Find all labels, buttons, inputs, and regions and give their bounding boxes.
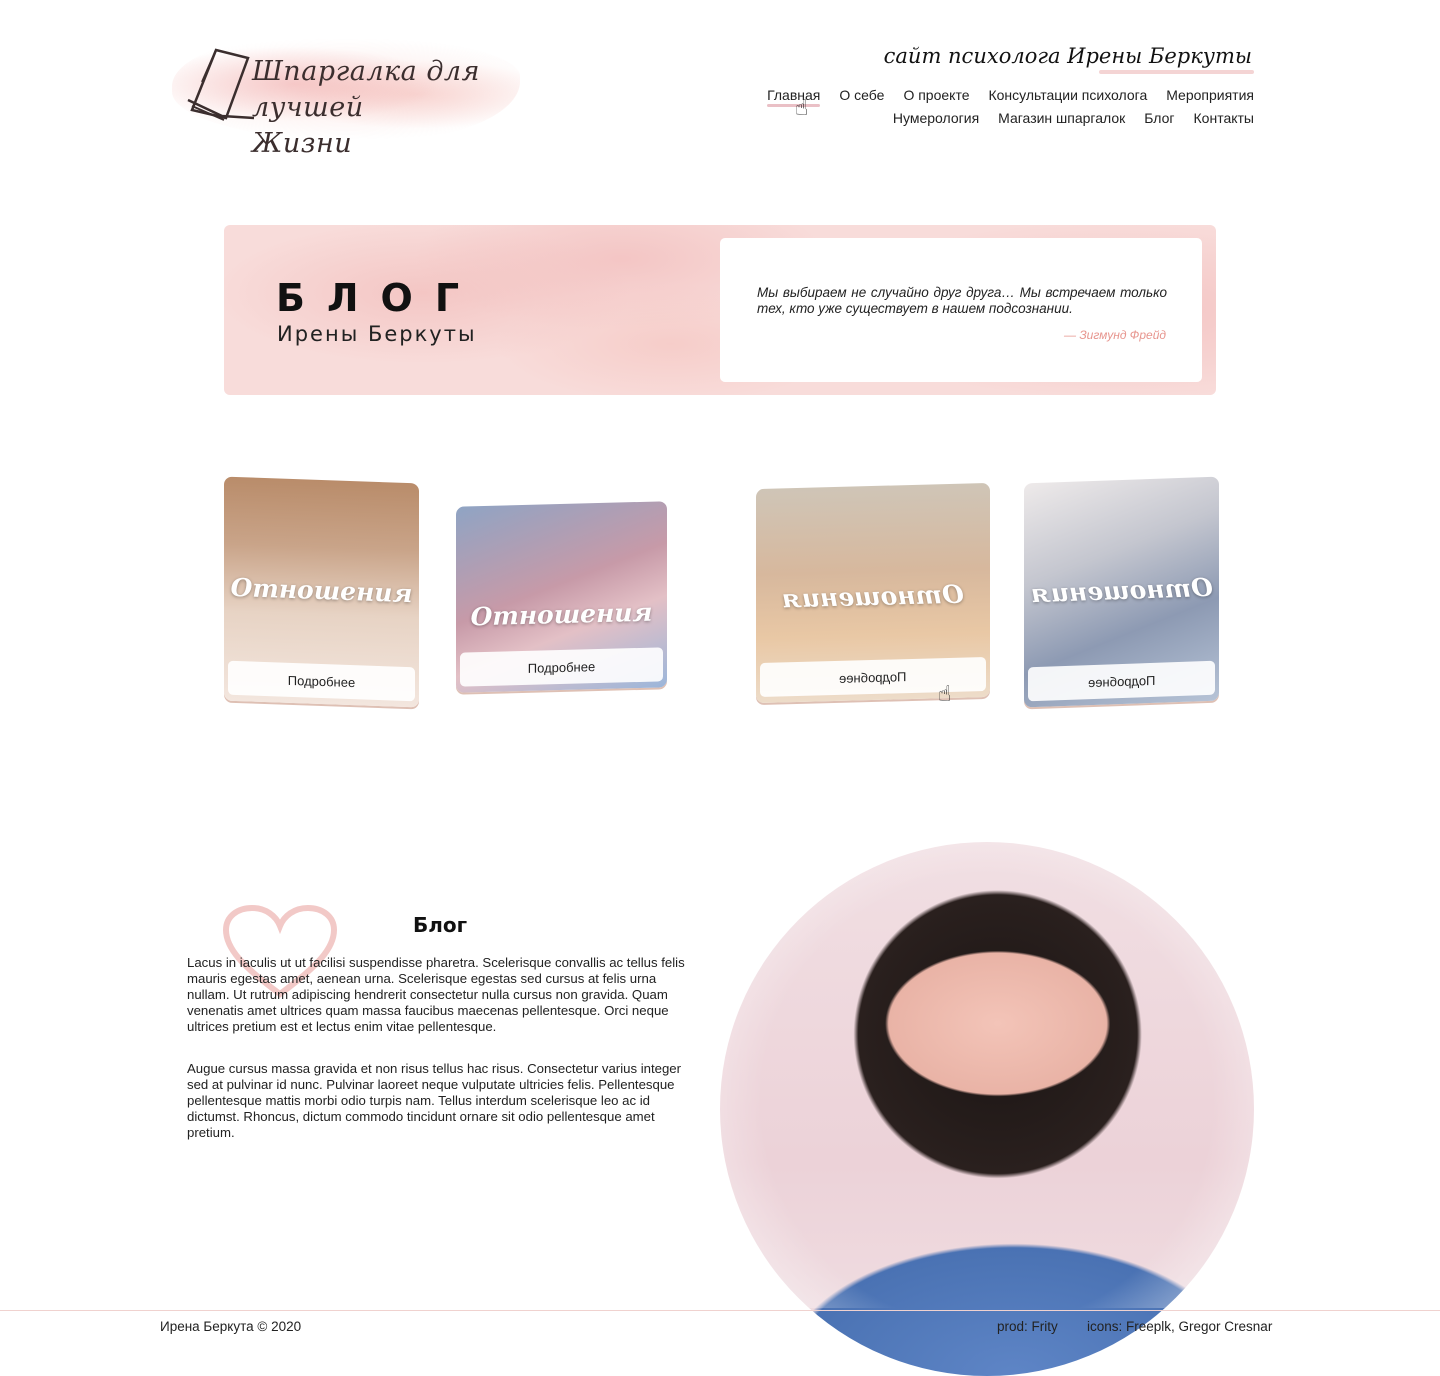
footer-copyright: Ирена Беркута © 2020 xyxy=(160,1319,302,1334)
nav-item-consultations[interactable]: Консультации психолога xyxy=(988,87,1147,103)
nav-row-1: Главная О себе О проекте Консультации пс… xyxy=(767,87,1254,107)
site-title: сайт психолога Ирены Беркуты xyxy=(883,44,1252,68)
card-more-button-label: Подробнее xyxy=(1087,672,1156,690)
nav-item-contacts[interactable]: Контакты xyxy=(1194,110,1254,126)
section-paragraph-2: Augue cursus massa gravida et non risus … xyxy=(187,1061,682,1140)
nav-item-numerology[interactable]: Нумерология xyxy=(893,110,979,126)
hero-subtitle: Ирены Беркуты xyxy=(277,322,477,346)
card-label-wrap: Отношения xyxy=(756,579,990,614)
blog-card-2[interactable]: Отношения Подробнее xyxy=(456,501,667,693)
nav-item-about-me[interactable]: О себе xyxy=(839,87,884,103)
portrait-photo xyxy=(720,842,1254,1376)
hand-cursor-icon: ☝ xyxy=(795,96,809,121)
nav-item-home[interactable]: Главная xyxy=(767,87,821,107)
quote-text: Мы выбираем не случайно друг друга… Мы в… xyxy=(757,285,1167,316)
footer-icons-credit: icons: Freeplk, Gregor Cresnar xyxy=(1087,1319,1273,1334)
logo-text-line2: Жизни xyxy=(252,128,353,159)
nav-item-shop[interactable]: Магазин шпаргалок xyxy=(998,110,1125,126)
card-label-wrap: Отношения xyxy=(1024,573,1219,609)
logo-text[interactable]: Шпаргалка для лучшей Жизни xyxy=(252,54,522,162)
portrait-image xyxy=(720,790,1254,1376)
nav-item-events[interactable]: Мероприятия xyxy=(1166,87,1254,103)
nav-item-blog[interactable]: Блог xyxy=(1144,110,1174,126)
card-more-button-label: Подробнее xyxy=(839,668,907,686)
nav-item-about-project[interactable]: О проекте xyxy=(903,87,969,103)
hero-title: БЛОГ xyxy=(276,276,482,320)
nav-row-2: Нумерология Магазин шпаргалок Блог Конта… xyxy=(893,110,1254,126)
logo-text-line1: Шпаргалка для лучшей xyxy=(252,56,480,123)
card-label: Отношения xyxy=(1030,572,1213,609)
card-label: Отношения xyxy=(230,572,413,609)
card-more-button[interactable]: Подробнее xyxy=(760,657,986,697)
title-underline xyxy=(1099,70,1254,74)
blog-card-1[interactable]: Отношения Подробнее xyxy=(224,476,419,708)
card-more-button[interactable]: Подробнее xyxy=(1028,660,1215,702)
footer-prod: prod: Frity xyxy=(997,1319,1058,1334)
section-paragraph-1: Lacus in iaculis ut ut facilisi suspendi… xyxy=(187,955,685,1034)
book-icon xyxy=(187,48,255,121)
card-label: Отношения xyxy=(782,579,964,614)
card-more-button[interactable]: Подробнее xyxy=(460,647,663,687)
section-title: Блог xyxy=(413,913,468,937)
blog-card-3[interactable]: Отношения Подробнее xyxy=(756,482,990,704)
quote-author: — Зигмунд Фрейд xyxy=(1063,328,1166,342)
hand-cursor-icon: ☝ xyxy=(938,682,952,707)
card-more-button[interactable]: Подробнее xyxy=(228,660,415,702)
card-label: Отношения xyxy=(470,597,653,632)
blog-card-4[interactable]: Отношения Подробнее xyxy=(1024,476,1219,708)
footer-divider xyxy=(0,1310,1440,1311)
